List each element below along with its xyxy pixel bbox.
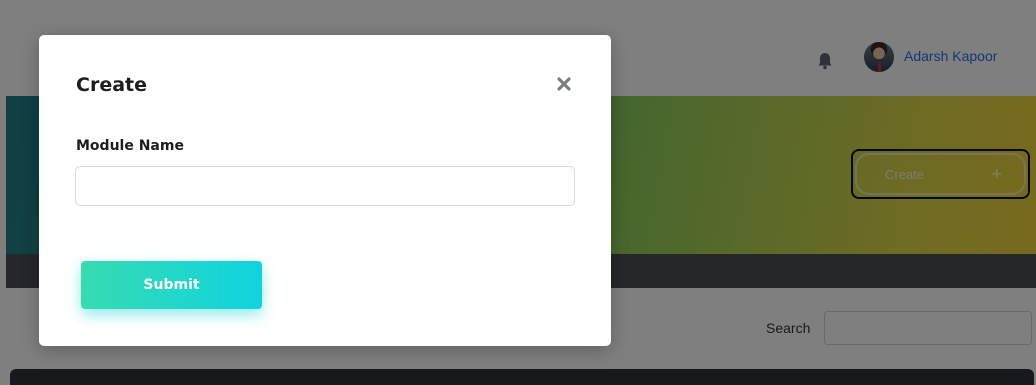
module-name-label: Module Name [76, 138, 184, 154]
close-icon[interactable] [555, 75, 573, 93]
create-modal: Create Module Name Submit [39, 35, 611, 346]
modal-title: Create [76, 74, 147, 96]
module-name-input[interactable] [75, 166, 575, 206]
submit-button[interactable]: Submit [81, 261, 262, 309]
